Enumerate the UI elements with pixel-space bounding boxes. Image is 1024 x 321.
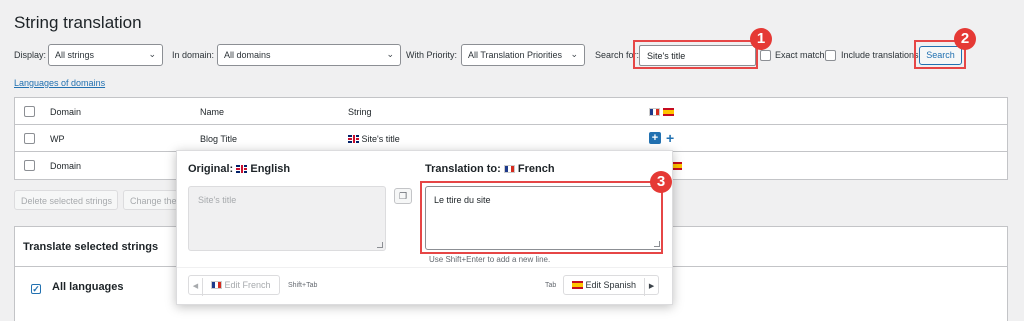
include-translations-checkbox[interactable] <box>825 50 836 61</box>
change-priority-button[interactable]: Change the <box>123 190 178 210</box>
original-heading: Original: English <box>188 163 290 175</box>
row-string-text: Site's title <box>361 134 400 144</box>
translation-language: French <box>517 163 555 175</box>
select-all-checkbox[interactable] <box>24 106 35 117</box>
header-string: String <box>348 107 372 117</box>
row-checkbox[interactable] <box>24 133 35 144</box>
original-label: Original: <box>188 163 234 175</box>
flag-spanish-icon <box>572 281 583 289</box>
all-languages-checkbox[interactable]: ✓ <box>31 284 41 294</box>
add-translation-french-icon[interactable]: + <box>649 132 661 144</box>
chevron-down-icon: ⌄ <box>386 49 394 59</box>
edit-french-button[interactable]: ◀ Edit French <box>188 275 280 296</box>
display-select-value: All strings <box>55 50 95 60</box>
footer-domain: Domain <box>50 161 82 171</box>
original-text-field: Site's title <box>188 186 386 251</box>
priority-select[interactable]: All Translation Priorities ⌄ <box>461 44 585 66</box>
translation-label: Translation to: <box>425 163 501 175</box>
display-select[interactable]: All strings ⌄ <box>48 44 163 66</box>
delete-selected-button[interactable]: Delete selected strings <box>14 190 118 210</box>
highlight-translation-input <box>420 181 663 254</box>
panel-title: Translate selected strings <box>23 241 159 253</box>
chevron-down-icon: ⌄ <box>570 49 578 59</box>
priority-select-value: All Translation Priorities <box>468 50 563 60</box>
arrow-left-icon: ◀ <box>189 278 203 296</box>
add-translation-spanish-icon[interactable]: + <box>666 130 674 146</box>
exact-match-checkbox[interactable] <box>760 50 771 61</box>
edit-spanish-button[interactable]: Edit Spanish ▶ <box>563 275 660 296</box>
row-string: Site's title <box>348 134 400 144</box>
languages-of-domains-link[interactable]: Languages of domains <box>14 78 105 88</box>
edit-french-label: Edit French <box>224 280 271 290</box>
domain-label: In domain: <box>172 50 215 60</box>
edit-spanish-label: Edit Spanish <box>585 280 637 290</box>
flag-french-icon <box>649 108 660 116</box>
chevron-down-icon: ⌄ <box>148 49 156 59</box>
row-name: Blog Title <box>200 134 238 144</box>
flag-french-icon <box>503 165 515 173</box>
header-name: Name <box>200 107 225 117</box>
step-badge-3: 3 <box>650 171 672 193</box>
step-badge-2: 2 <box>954 28 976 50</box>
flag-spanish-icon <box>662 108 674 116</box>
divider <box>177 267 672 268</box>
page-title: String translation <box>14 13 142 32</box>
domain-select-value: All domains <box>224 50 271 60</box>
flag-uk-icon <box>348 135 359 143</box>
display-label: Display: <box>14 50 47 60</box>
arrow-right-icon: ▶ <box>644 278 658 296</box>
shift-enter-hint: Use Shift+Enter to add a new line. <box>429 255 551 264</box>
original-text: Site's title <box>198 195 237 205</box>
original-language: English <box>250 163 291 175</box>
shift-tab-hint: Shift+Tab <box>288 282 318 289</box>
priority-label: With Priority: <box>406 50 458 60</box>
highlight-search-input <box>633 40 758 69</box>
table-header-row: Domain Name String <box>15 98 1007 125</box>
header-domain: Domain <box>50 107 82 117</box>
header-flags <box>649 107 674 117</box>
copy-original-button[interactable]: ❐ <box>394 188 412 204</box>
flag-uk-icon <box>236 165 248 173</box>
flag-french-icon <box>211 281 222 289</box>
select-all-footer-checkbox[interactable] <box>24 160 35 171</box>
copy-icon: ❐ <box>398 191 408 201</box>
resize-handle-icon[interactable] <box>377 242 383 248</box>
tab-hint: Tab <box>545 282 557 289</box>
domain-select[interactable]: All domains ⌄ <box>217 44 401 66</box>
exact-match-label: Exact match <box>775 50 825 60</box>
step-badge-1: 1 <box>750 28 772 50</box>
row-domain: WP <box>50 134 65 144</box>
include-translations-label: Include translations <box>841 50 919 60</box>
all-languages-label: All languages <box>52 281 124 293</box>
table-row: WP Blog Title Site's title + + <box>15 125 1007 152</box>
translation-heading: Translation to: French <box>425 163 555 175</box>
